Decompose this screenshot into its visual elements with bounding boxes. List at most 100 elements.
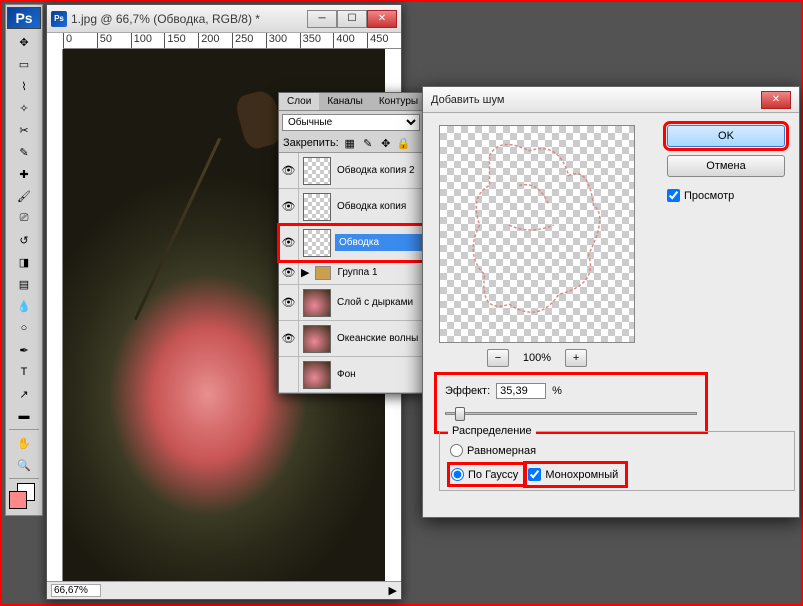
- lock-row: Закрепить: ▦ ✎ ✥ 🔒: [279, 134, 423, 153]
- layer-name[interactable]: Группа 1: [335, 267, 423, 278]
- zoom-out-button[interactable]: −: [487, 349, 509, 367]
- layer-row[interactable]: 👁 Обводка копия 2: [279, 153, 423, 189]
- eraser-tool[interactable]: ◨: [7, 251, 41, 273]
- dodge-tool[interactable]: ○: [7, 317, 41, 339]
- slider-knob[interactable]: [455, 407, 465, 421]
- uniform-radio[interactable]: [450, 444, 463, 457]
- ok-button[interactable]: OK: [667, 125, 785, 147]
- layer-row[interactable]: 👁 Слой с дырками: [279, 285, 423, 321]
- blend-mode-row: Обычные: [279, 111, 423, 134]
- ruler-vertical: [47, 49, 63, 581]
- heal-tool[interactable]: ✚: [7, 163, 41, 185]
- dialog-titlebar[interactable]: Добавить шум ✕: [423, 87, 799, 113]
- mono-checkbox[interactable]: [528, 468, 541, 481]
- layer-row-selected[interactable]: 👁 Обводка: [279, 225, 423, 261]
- layer-thumb[interactable]: [303, 229, 331, 257]
- shape-tool[interactable]: ▬: [7, 405, 41, 427]
- lock-all-icon[interactable]: 🔒: [397, 136, 411, 150]
- eyedrop-tool[interactable]: ✎: [7, 141, 41, 163]
- zoom-in-button[interactable]: +: [565, 349, 587, 367]
- doc-statusbar: ▶: [47, 581, 401, 599]
- close-button[interactable]: ✕: [367, 10, 397, 28]
- layer-name[interactable]: Обводка копия: [335, 201, 423, 212]
- eye-icon[interactable]: [279, 357, 299, 392]
- effect-input[interactable]: [496, 383, 546, 399]
- layer-thumb[interactable]: [303, 361, 331, 389]
- layer-name[interactable]: Обводка копия 2: [335, 165, 423, 176]
- eye-icon[interactable]: 👁: [279, 321, 299, 356]
- hand-tool[interactable]: ✋: [7, 432, 41, 454]
- layer-name[interactable]: Обводка: [335, 234, 423, 251]
- dist-gaussian-radio[interactable]: По Гауссу: [451, 468, 518, 481]
- tab-paths[interactable]: Контуры: [371, 93, 426, 110]
- layer-thumb[interactable]: [303, 157, 331, 185]
- chevron-right-icon[interactable]: ▶: [299, 266, 311, 279]
- lock-paint-icon[interactable]: ✎: [361, 136, 375, 150]
- history-tool[interactable]: ↺: [7, 229, 41, 251]
- path-tool[interactable]: ↗: [7, 383, 41, 405]
- type-tool[interactable]: T: [7, 361, 41, 383]
- layers-panel: Слои Каналы Контуры Обычные Закрепить: ▦…: [278, 92, 424, 394]
- effect-group: Эффект: %: [439, 377, 703, 429]
- dist-uniform-radio[interactable]: Равномерная: [450, 444, 784, 457]
- eye-icon[interactable]: 👁: [279, 153, 299, 188]
- layer-row[interactable]: 👁 Океанские волны: [279, 321, 423, 357]
- lock-trans-icon[interactable]: ▦: [343, 136, 357, 150]
- add-noise-dialog: Добавить шум ✕ − 100% + OK Отмена Просмо…: [422, 86, 800, 518]
- ruler-horizontal: 050100150200250300350400450: [63, 33, 401, 49]
- blend-mode-select[interactable]: Обычные: [282, 114, 420, 131]
- marquee-tool[interactable]: ▭: [7, 53, 41, 75]
- panel-tabs: Слои Каналы Контуры: [279, 93, 423, 111]
- layer-row[interactable]: Фон: [279, 357, 423, 393]
- chevron-right-icon[interactable]: ▶: [389, 584, 397, 597]
- effect-slider[interactable]: [445, 405, 697, 423]
- eye-icon[interactable]: 👁: [279, 261, 299, 284]
- stamp-tool[interactable]: ⎚: [7, 207, 41, 229]
- wand-tool[interactable]: ✧: [7, 97, 41, 119]
- move-tool[interactable]: ✥: [7, 31, 41, 53]
- layer-name[interactable]: Фон: [335, 369, 423, 380]
- gradient-tool[interactable]: ▤: [7, 273, 41, 295]
- effect-label: Эффект:: [445, 385, 490, 397]
- lock-label: Закрепить:: [283, 137, 339, 149]
- eye-icon[interactable]: 👁: [279, 285, 299, 320]
- ps-icon: Ps: [51, 11, 67, 27]
- doc-titlebar[interactable]: Ps 1.jpg @ 66,7% (Обводка, RGB/8) * ─ ☐ …: [47, 5, 401, 33]
- layer-name[interactable]: Слой с дырками: [335, 297, 423, 308]
- lasso-tool[interactable]: ⌇: [7, 75, 41, 97]
- zoom-input[interactable]: [51, 584, 101, 597]
- ps-logo: Ps: [7, 7, 41, 29]
- folder-icon[interactable]: [315, 266, 331, 280]
- layer-thumb[interactable]: [303, 289, 331, 317]
- zoom-row: − 100% +: [439, 349, 635, 367]
- blur-tool[interactable]: 💧: [7, 295, 41, 317]
- preview-area[interactable]: [439, 125, 635, 343]
- eye-icon[interactable]: 👁: [279, 225, 299, 260]
- gaussian-radio[interactable]: [451, 468, 464, 481]
- maximize-button[interactable]: ☐: [337, 10, 367, 28]
- brush-tool[interactable]: 🖌: [7, 185, 41, 207]
- layer-thumb[interactable]: [303, 325, 331, 353]
- layer-name[interactable]: Океанские волны: [335, 333, 423, 344]
- zoom-value: 100%: [523, 352, 551, 364]
- fg-swatch[interactable]: [9, 491, 27, 509]
- crop-tool[interactable]: ✂: [7, 119, 41, 141]
- color-swatches[interactable]: [7, 483, 41, 513]
- zoom-tool[interactable]: 🔍: [7, 454, 41, 476]
- layer-thumb[interactable]: [303, 193, 331, 221]
- preview-checkbox[interactable]: [667, 189, 680, 202]
- mono-checkbox-row[interactable]: Монохромный: [528, 468, 618, 481]
- effect-unit: %: [552, 385, 562, 397]
- layer-row[interactable]: 👁 Обводка копия: [279, 189, 423, 225]
- eye-icon[interactable]: 👁: [279, 189, 299, 224]
- cancel-button[interactable]: Отмена: [667, 155, 785, 177]
- tab-layers[interactable]: Слои: [279, 93, 319, 110]
- layer-group-row[interactable]: 👁 ▶ Группа 1: [279, 261, 423, 285]
- preview-label: Просмотр: [684, 190, 734, 202]
- dialog-close-button[interactable]: ✕: [761, 91, 791, 109]
- pen-tool[interactable]: ✒: [7, 339, 41, 361]
- minimize-button[interactable]: ─: [307, 10, 337, 28]
- lock-move-icon[interactable]: ✥: [379, 136, 393, 150]
- tab-channels[interactable]: Каналы: [319, 93, 371, 110]
- preview-checkbox-row[interactable]: Просмотр: [667, 189, 785, 202]
